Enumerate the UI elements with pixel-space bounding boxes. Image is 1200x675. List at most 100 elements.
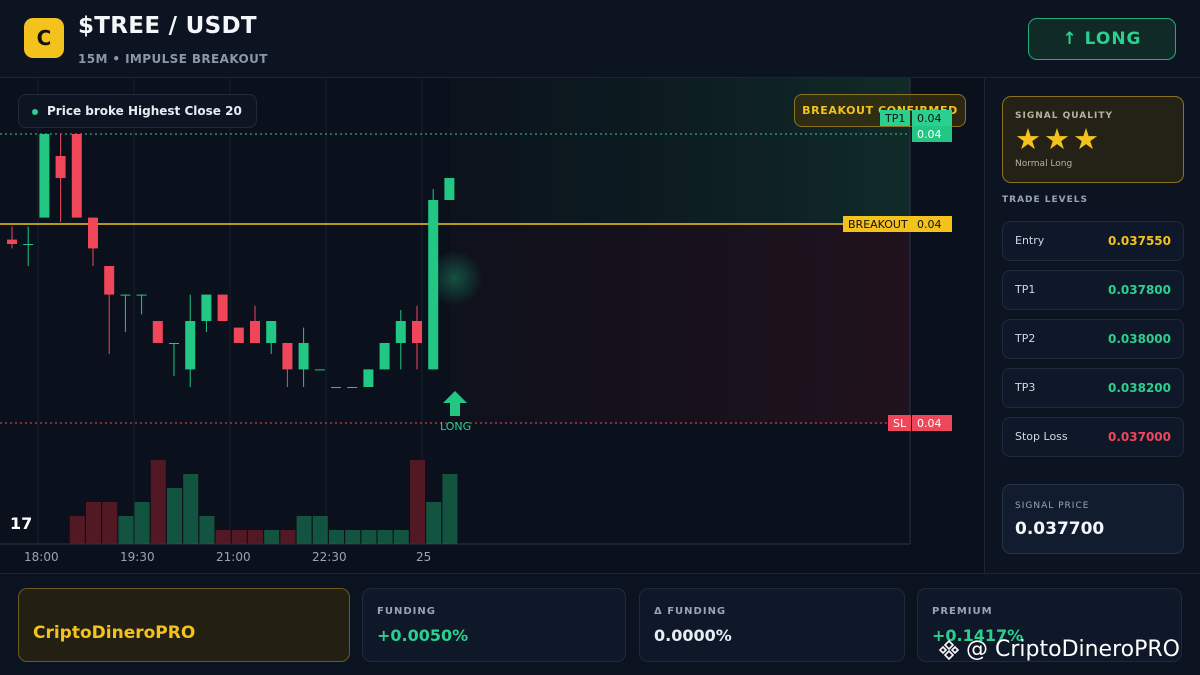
volume-bar [183, 474, 199, 544]
long-marker-label: LONG [440, 420, 472, 433]
signal-price-card: SIGNAL PRICE 0.037700 [1002, 484, 1184, 554]
brand-name: CriptoDineroPRO [33, 623, 196, 643]
binance-icon [938, 639, 960, 660]
volume-bar [199, 516, 215, 544]
candle [282, 343, 293, 387]
footer: CriptoDineroPRO FUNDING +0.0050% Δ FUNDI… [0, 573, 1200, 675]
candle-body [136, 294, 147, 296]
star-rating-icon: ★★★ [1015, 122, 1102, 156]
candle [314, 369, 325, 371]
volume-bar [361, 530, 377, 544]
brand-card: CriptoDineroPRO [18, 588, 350, 662]
delta-funding-card: Δ FUNDING 0.0000% [639, 588, 905, 662]
level-name: TP3 [1015, 381, 1036, 394]
delta-funding-value: 0.0000% [654, 626, 732, 645]
stop-loss-zone [450, 224, 910, 424]
volume-bar [86, 502, 101, 544]
header: C $TREE / USDT 15M • IMPULSE BREAKOUT ↑ … [0, 0, 1200, 78]
candle [298, 327, 309, 387]
candle-body [233, 327, 244, 343]
time-label: 22:30 [312, 550, 347, 564]
signal-info-pill: Price broke Highest Close 20 [18, 94, 257, 128]
tp1-tag-value: 0.04 [912, 110, 952, 126]
signal-quality-type: Normal Long [1015, 159, 1073, 169]
candle-body [7, 239, 17, 244]
candle-body [185, 321, 196, 370]
tradingview-logo: 17 [10, 514, 33, 533]
candle-body [71, 134, 82, 218]
volume-bar [134, 502, 150, 544]
candles [7, 134, 455, 388]
breakout-tag-value: 0.04 [912, 216, 952, 232]
candle [233, 327, 244, 343]
volume-bar [102, 502, 118, 544]
long-signal-button[interactable]: ↑ LONG [1028, 18, 1176, 60]
volume-bar [393, 530, 409, 544]
candle-body [104, 266, 115, 295]
volume-bar [312, 516, 328, 544]
time-label: 25 [416, 550, 432, 564]
candle-body [120, 294, 131, 296]
trade-levels-heading: TRADE LEVELS [1002, 195, 1088, 205]
volume-bar [167, 488, 182, 544]
candle-body [412, 321, 422, 343]
level-value: 0.038200 [1107, 381, 1171, 395]
signal-quality-label: SIGNAL QUALITY [1015, 111, 1113, 121]
coin-logo: C [24, 18, 64, 58]
candle-body [23, 244, 34, 245]
level-name: Stop Loss [1015, 430, 1068, 443]
signal-price-label: SIGNAL PRICE [1015, 501, 1090, 511]
candle [347, 387, 358, 388]
candle-body [444, 178, 455, 200]
candle-body [266, 321, 277, 343]
candle-body [55, 156, 66, 178]
candle [395, 310, 406, 370]
candle-body [298, 343, 309, 370]
price-chart[interactable]: Price broke Highest Close 20 BREAKOUT CO… [0, 78, 985, 573]
signal-panel: SIGNAL QUALITY ★★★ Normal Long TRADE LEV… [986, 78, 1200, 573]
candle [120, 294, 131, 332]
candle [217, 294, 228, 321]
candle [185, 294, 196, 387]
chart-canvas[interactable] [0, 78, 985, 573]
candle [39, 134, 50, 218]
volume-bar [426, 502, 442, 544]
funding-value: +0.0050% [377, 626, 469, 645]
candle [266, 321, 277, 354]
status-dot-icon [32, 109, 38, 115]
volume-bars [69, 460, 458, 544]
volume-bar [150, 460, 166, 544]
candle-body [39, 134, 50, 218]
candle [169, 343, 179, 376]
breakout-tag: BREAKOUT [843, 216, 913, 232]
candle-body [395, 321, 406, 343]
candle [412, 305, 422, 370]
watermark: @ CriptoDineroPRO [938, 637, 1180, 662]
candle [104, 266, 115, 354]
watermark-text: @ CriptoDineroPRO [966, 637, 1180, 662]
level-row-entry: Entry 0.037550 [1002, 221, 1184, 261]
candle [201, 294, 212, 332]
candle [55, 134, 66, 222]
pair-title: $TREE / USDT [78, 13, 257, 39]
chart-grid [37, 78, 423, 544]
volume-bar [264, 530, 280, 544]
funding-card: FUNDING +0.0050% [362, 588, 626, 662]
candle-body [347, 387, 358, 388]
candle-body [282, 343, 293, 370]
pair-subtitle: 15M • IMPULSE BREAKOUT [78, 52, 268, 66]
tp1-tag: TP1 [880, 110, 911, 126]
signal-info-text: Price broke Highest Close 20 [47, 104, 242, 118]
current-price-tag: 0.04 [912, 126, 952, 142]
level-value: 0.038000 [1107, 332, 1171, 346]
level-value: 0.037550 [1107, 234, 1171, 248]
candle [428, 189, 439, 370]
candle [444, 178, 455, 200]
time-label: 21:00 [216, 550, 251, 564]
candle-body [201, 294, 212, 321]
candle-body [428, 200, 439, 370]
candle-body [88, 217, 98, 249]
candle [88, 217, 98, 266]
time-label: 19:30 [120, 550, 155, 564]
candle [363, 369, 374, 387]
